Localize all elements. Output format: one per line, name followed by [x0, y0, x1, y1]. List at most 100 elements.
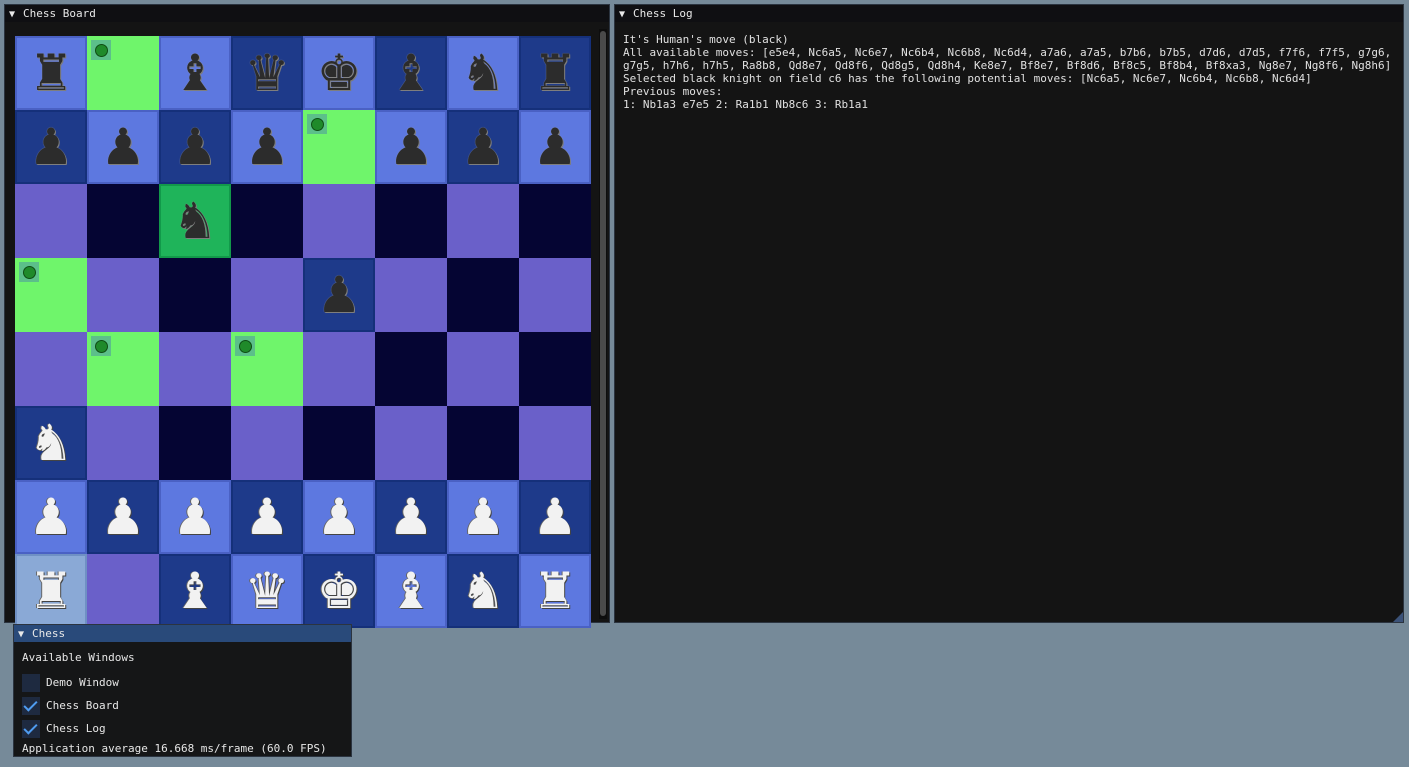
square-d3[interactable]: [231, 406, 303, 480]
black-bishop-icon[interactable]: ♝: [377, 38, 445, 108]
white-pawn-icon[interactable]: ♟: [233, 482, 301, 552]
square-b1[interactable]: [87, 554, 159, 628]
square-c4[interactable]: [159, 332, 231, 406]
chess-log-checkbox[interactable]: [22, 719, 40, 738]
square-a2[interactable]: ♟: [15, 480, 87, 554]
white-pawn-icon[interactable]: ♟: [89, 482, 157, 552]
square-d8[interactable]: ♛: [231, 36, 303, 110]
collapse-arrow-icon[interactable]: ▼: [18, 626, 32, 642]
demo-window-checkbox[interactable]: [22, 673, 40, 692]
square-d5[interactable]: [231, 258, 303, 332]
black-pawn-icon[interactable]: ♟: [377, 112, 445, 182]
square-e3[interactable]: [303, 406, 375, 480]
square-a4[interactable]: [15, 332, 87, 406]
black-pawn-icon[interactable]: ♟: [161, 112, 229, 182]
square-f1[interactable]: ♝: [375, 554, 447, 628]
square-d4[interactable]: [231, 332, 303, 406]
white-bishop-icon[interactable]: ♝: [161, 556, 229, 626]
square-h5[interactable]: [519, 258, 591, 332]
square-b8[interactable]: [87, 36, 159, 110]
square-g3[interactable]: [447, 406, 519, 480]
square-e6[interactable]: [303, 184, 375, 258]
white-pawn-icon[interactable]: ♟: [17, 482, 85, 552]
board-scrollbar-grip[interactable]: [600, 31, 606, 616]
black-king-icon[interactable]: ♚: [305, 38, 373, 108]
white-pawn-icon[interactable]: ♟: [521, 482, 589, 552]
white-rook-icon[interactable]: ♜: [17, 556, 85, 626]
square-d2[interactable]: ♟: [231, 480, 303, 554]
square-c3[interactable]: [159, 406, 231, 480]
square-h1[interactable]: ♜: [519, 554, 591, 628]
black-pawn-icon[interactable]: ♟: [449, 112, 517, 182]
square-c2[interactable]: ♟: [159, 480, 231, 554]
square-f4[interactable]: [375, 332, 447, 406]
square-g4[interactable]: [447, 332, 519, 406]
board-scrollbar[interactable]: [599, 29, 607, 619]
black-knight-icon[interactable]: ♞: [449, 38, 517, 108]
chess-board-checkbox[interactable]: [22, 696, 40, 715]
black-pawn-icon[interactable]: ♟: [233, 112, 301, 182]
white-pawn-icon[interactable]: ♟: [377, 482, 445, 552]
square-f8[interactable]: ♝: [375, 36, 447, 110]
collapse-arrow-icon[interactable]: ▼: [9, 6, 23, 22]
square-f7[interactable]: ♟: [375, 110, 447, 184]
square-b7[interactable]: ♟: [87, 110, 159, 184]
black-rook-icon[interactable]: ♜: [17, 38, 85, 108]
square-c5[interactable]: [159, 258, 231, 332]
square-c6[interactable]: ♞: [159, 184, 231, 258]
square-c8[interactable]: ♝: [159, 36, 231, 110]
square-a8[interactable]: ♜: [15, 36, 87, 110]
square-g2[interactable]: ♟: [447, 480, 519, 554]
white-queen-icon[interactable]: ♛: [233, 556, 301, 626]
black-pawn-icon[interactable]: ♟: [17, 112, 85, 182]
chess-log-titlebar[interactable]: ▼ Chess Log: [615, 5, 1403, 22]
chess-control-titlebar[interactable]: ▼ Chess: [14, 625, 351, 642]
square-h2[interactable]: ♟: [519, 480, 591, 554]
square-b6[interactable]: [87, 184, 159, 258]
square-a7[interactable]: ♟: [15, 110, 87, 184]
square-e5[interactable]: ♟: [303, 258, 375, 332]
square-h8[interactable]: ♜: [519, 36, 591, 110]
square-a5[interactable]: [15, 258, 87, 332]
white-rook-icon[interactable]: ♜: [521, 556, 589, 626]
black-queen-icon[interactable]: ♛: [233, 38, 301, 108]
square-a6[interactable]: [15, 184, 87, 258]
square-b4[interactable]: [87, 332, 159, 406]
white-pawn-icon[interactable]: ♟: [449, 482, 517, 552]
square-d7[interactable]: ♟: [231, 110, 303, 184]
square-f5[interactable]: [375, 258, 447, 332]
chess-log-toggle[interactable]: Chess Log: [22, 717, 345, 740]
collapse-arrow-icon[interactable]: ▼: [619, 6, 633, 22]
black-pawn-icon[interactable]: ♟: [521, 112, 589, 182]
square-f6[interactable]: [375, 184, 447, 258]
square-e2[interactable]: ♟: [303, 480, 375, 554]
square-h4[interactable]: [519, 332, 591, 406]
square-e8[interactable]: ♚: [303, 36, 375, 110]
black-pawn-icon[interactable]: ♟: [89, 112, 157, 182]
square-c1[interactable]: ♝: [159, 554, 231, 628]
chess-board-titlebar[interactable]: ▼ Chess Board: [5, 5, 609, 22]
white-knight-icon[interactable]: ♞: [449, 556, 517, 626]
demo-window-toggle[interactable]: Demo Window: [22, 671, 345, 694]
square-g5[interactable]: [447, 258, 519, 332]
chess-board-toggle[interactable]: Chess Board: [22, 694, 345, 717]
square-e4[interactable]: [303, 332, 375, 406]
white-pawn-icon[interactable]: ♟: [305, 482, 373, 552]
black-rook-icon[interactable]: ♜: [521, 38, 589, 108]
square-g7[interactable]: ♟: [447, 110, 519, 184]
resize-grip-icon[interactable]: [1393, 612, 1403, 622]
square-e7[interactable]: [303, 110, 375, 184]
square-c7[interactable]: ♟: [159, 110, 231, 184]
square-h6[interactable]: [519, 184, 591, 258]
black-bishop-icon[interactable]: ♝: [161, 38, 229, 108]
square-h3[interactable]: [519, 406, 591, 480]
square-b2[interactable]: ♟: [87, 480, 159, 554]
chessboard-grid[interactable]: ♜ ♝ ♛ ♚ ♝ ♞ ♜ ♟ ♟ ♟ ♟ ♟ ♟ ♟ ♞ ♟ ♞ ♟ ♟ ♟ ♟ ♟ ♟ ♟ ♟ ♜ ♝ ♛ ♚ ♝ ♞ ♜: [15, 36, 591, 628]
square-f3[interactable]: [375, 406, 447, 480]
square-h7[interactable]: ♟: [519, 110, 591, 184]
square-g8[interactable]: ♞: [447, 36, 519, 110]
square-b5[interactable]: [87, 258, 159, 332]
square-g1[interactable]: ♞: [447, 554, 519, 628]
black-knight-icon[interactable]: ♞: [161, 186, 229, 256]
square-a3[interactable]: ♞: [15, 406, 87, 480]
